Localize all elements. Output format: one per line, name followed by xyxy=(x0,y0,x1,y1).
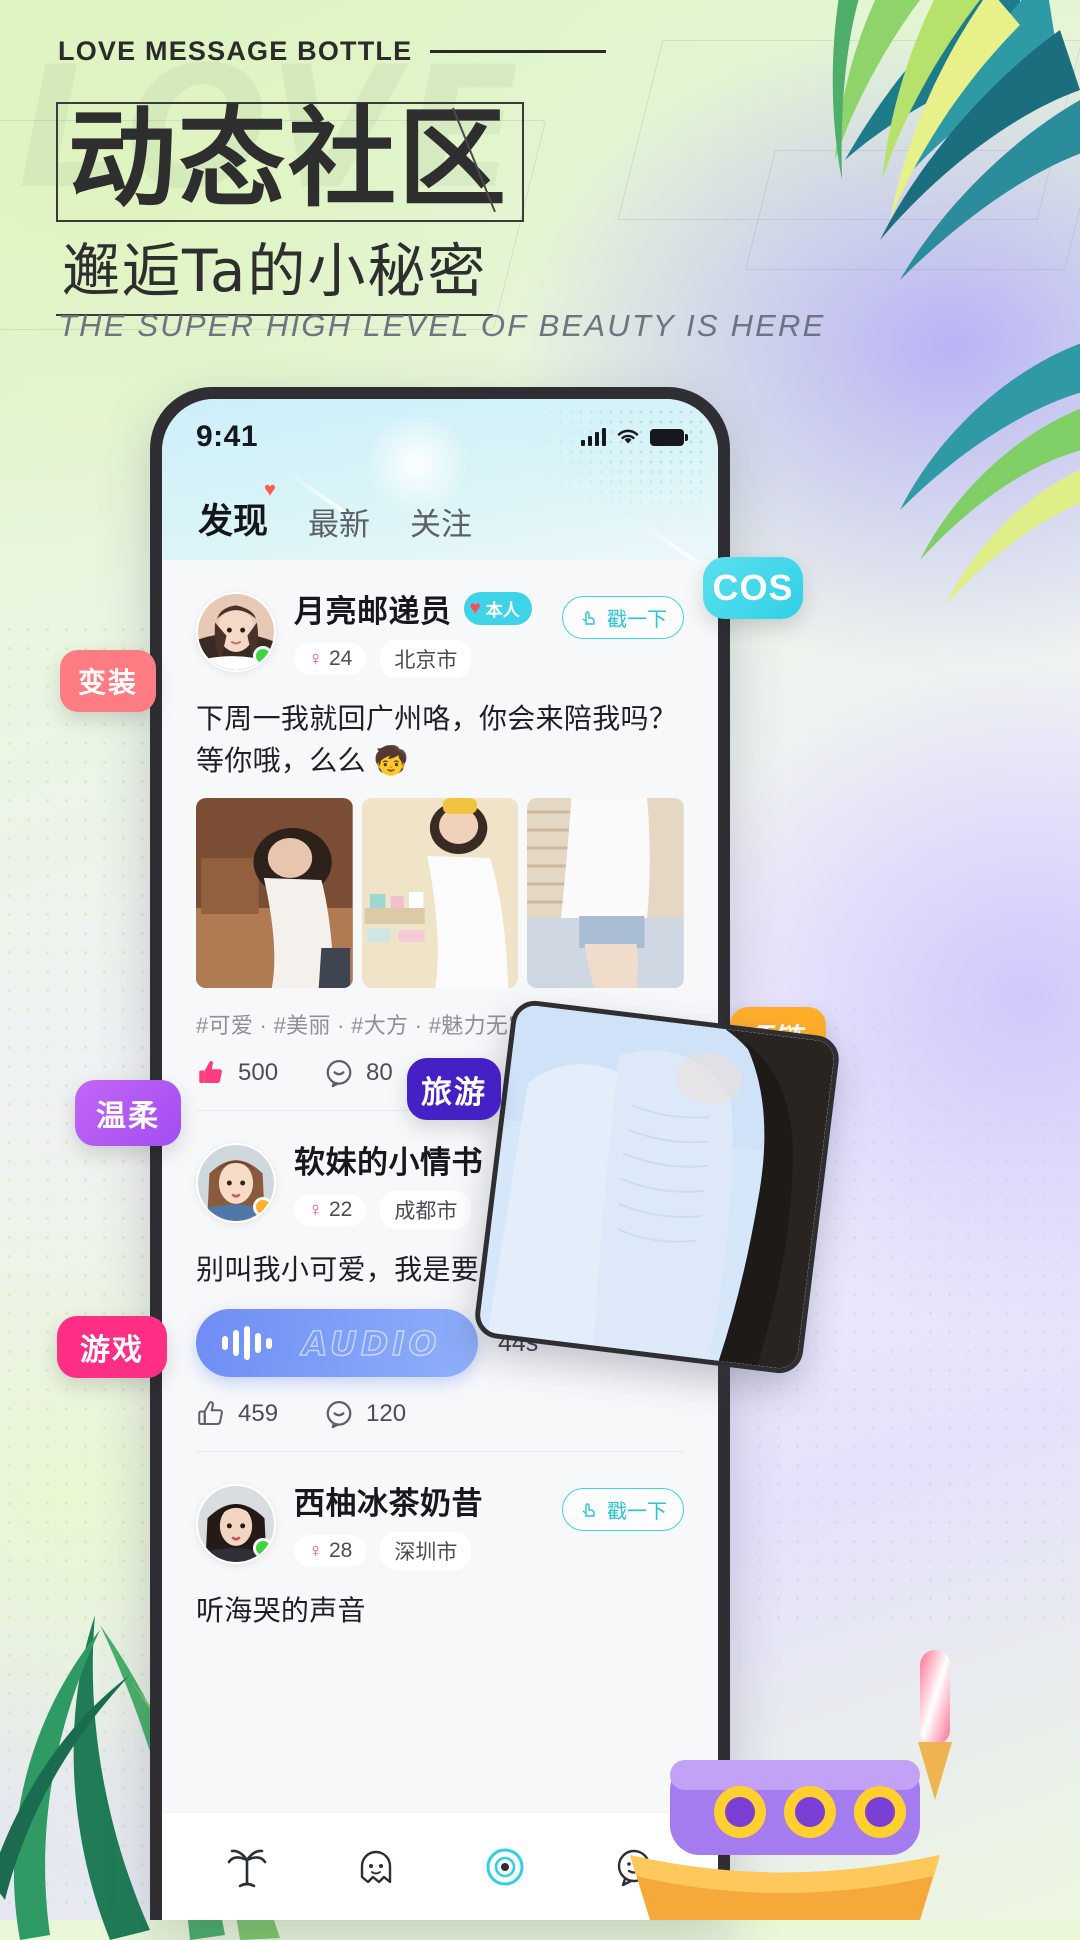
post-image[interactable] xyxy=(361,798,519,988)
ghost-face-icon xyxy=(360,1850,391,1883)
post-username[interactable]: 月亮邮递员 xyxy=(294,586,452,631)
post-text: 听海哭的声音 xyxy=(196,1595,366,1626)
audio-label: AUDIO xyxy=(301,1323,441,1364)
like-count: 500 xyxy=(238,1059,279,1086)
post-actions: 459 120 xyxy=(196,1387,684,1447)
like-action[interactable]: 459 xyxy=(196,1399,278,1429)
poster-title-box: 动态社区 xyxy=(56,97,525,222)
post-image-1 xyxy=(196,798,353,988)
heart-icon: ♥ xyxy=(469,597,481,619)
age-pill: ♀ 28 xyxy=(294,1535,367,1567)
female-gender-icon: ♀ xyxy=(308,1539,323,1562)
comment-icon xyxy=(326,1401,352,1429)
poke-label: 戳一下 xyxy=(607,609,667,631)
post-image-2 xyxy=(361,798,519,988)
city-pill: 深圳市 xyxy=(380,1532,472,1570)
audio-play-bar[interactable]: AUDIO xyxy=(196,1309,478,1377)
tab-discover[interactable]: 发现 ♥ xyxy=(198,480,276,551)
signal-bars-icon xyxy=(581,428,606,446)
heart-dot-icon: ♥ xyxy=(264,479,276,501)
palm-tree-icon xyxy=(227,1849,266,1887)
age-value: 28 xyxy=(329,1539,353,1562)
poster-subtitle: 邂逅Ta的小秘密 xyxy=(56,224,494,316)
nav-ghost-face[interactable] xyxy=(347,1838,405,1896)
ice-cream-decoration xyxy=(890,1640,980,1810)
tab-following[interactable]: 关注 xyxy=(410,499,472,544)
comment-count: 120 xyxy=(366,1400,407,1427)
hand-poke-icon xyxy=(582,1502,595,1517)
online-status-dot xyxy=(253,1197,273,1217)
poster-kicker: LOVE MESSAGE BOTTLE xyxy=(58,36,607,67)
floating-photo-card[interactable] xyxy=(472,998,842,1376)
city-pill: 北京市 xyxy=(380,640,472,678)
poke-button[interactable]: 戳一下 xyxy=(562,1488,684,1531)
comment-action[interactable]: 80 xyxy=(324,1058,393,1088)
chip-bianzhuang[interactable]: 变装 xyxy=(60,650,156,712)
comment-icon xyxy=(326,1060,352,1088)
target-eye-icon xyxy=(486,1848,523,1885)
age-value: 22 xyxy=(329,1198,353,1221)
battery-icon xyxy=(650,428,688,446)
feed-post: 西柚冰茶奶昔 ♀ 28 深圳市 戳一下 听海哭的声音 xyxy=(162,1452,718,1638)
post-username[interactable]: 西柚冰茶奶昔 xyxy=(294,1478,483,1523)
comment-action[interactable]: 120 xyxy=(324,1399,406,1429)
age-value: 24 xyxy=(329,647,353,670)
like-action[interactable]: 500 xyxy=(196,1058,278,1088)
feed-tabs: 发现 ♥ 最新 关注 xyxy=(162,475,718,560)
comment-count: 80 xyxy=(366,1059,393,1086)
avatar[interactable] xyxy=(196,1143,276,1223)
thumbs-up-icon xyxy=(199,1061,222,1083)
nav-palm-tree[interactable] xyxy=(218,1838,276,1896)
kicker-rule xyxy=(430,50,607,53)
post-username[interactable]: 软妹的小情书 xyxy=(294,1137,483,1182)
page-title: 动态社区 xyxy=(68,97,509,222)
wifi-icon xyxy=(617,429,639,444)
thumbs-up-icon xyxy=(198,1401,223,1425)
avatar[interactable] xyxy=(196,592,276,672)
poke-button[interactable]: 戳一下 xyxy=(562,596,684,639)
chip-lvyou[interactable]: 旅游 xyxy=(407,1058,501,1120)
chip-cos[interactable]: COS xyxy=(703,557,803,619)
age-pill: ♀ 24 xyxy=(294,643,367,675)
online-status-dot xyxy=(253,1538,273,1558)
chip-youxi[interactable]: 游戏 xyxy=(57,1316,167,1378)
poke-label: 戳一下 xyxy=(607,1501,667,1523)
post-image-3 xyxy=(527,798,685,988)
status-bar: 9:41 xyxy=(162,399,718,475)
floating-photo-image xyxy=(478,1003,836,1371)
post-image[interactable] xyxy=(527,798,685,988)
avatar[interactable] xyxy=(196,1484,276,1564)
post-image-row xyxy=(196,788,685,992)
post-user-row: 西柚冰茶奶昔 ♀ 28 深圳市 戳一下 xyxy=(196,1462,684,1576)
poster-tagline: THE SUPER HIGH LEVEL OF BEAUTY IS HERE xyxy=(58,308,826,343)
post-user-row: 月亮邮递员 ♥ 本人 ♀ 24 北京市 戳一下 xyxy=(196,570,684,684)
hand-poke-icon xyxy=(582,610,595,625)
like-count: 459 xyxy=(238,1400,279,1427)
verified-self-badge: ♥ 本人 xyxy=(463,592,532,625)
tab-newest[interactable]: 最新 xyxy=(308,499,370,544)
female-gender-icon: ♀ xyxy=(308,647,323,670)
age-pill: ♀ 22 xyxy=(294,1194,367,1226)
female-gender-icon: ♀ xyxy=(308,1198,323,1221)
status-clock: 9:41 xyxy=(196,420,259,453)
waveform-icon xyxy=(222,1326,272,1360)
kicker-text: LOVE MESSAGE BOTTLE xyxy=(58,36,413,66)
nav-target-eye[interactable] xyxy=(476,1838,534,1896)
tab-discover-label: 发现 xyxy=(198,502,269,541)
status-indicators xyxy=(581,428,688,446)
city-pill: 成都市 xyxy=(380,1191,472,1229)
chip-wenrou[interactable]: 温柔 xyxy=(75,1080,181,1146)
badge-label: 本人 xyxy=(485,601,520,620)
online-status-dot xyxy=(253,646,273,666)
palm-leaf-right xyxy=(760,300,1080,630)
post-image[interactable] xyxy=(196,798,353,988)
post-text: 下周一我就回广州咯，你会来陪我吗？等你哦，么么 🧒 xyxy=(196,703,678,776)
